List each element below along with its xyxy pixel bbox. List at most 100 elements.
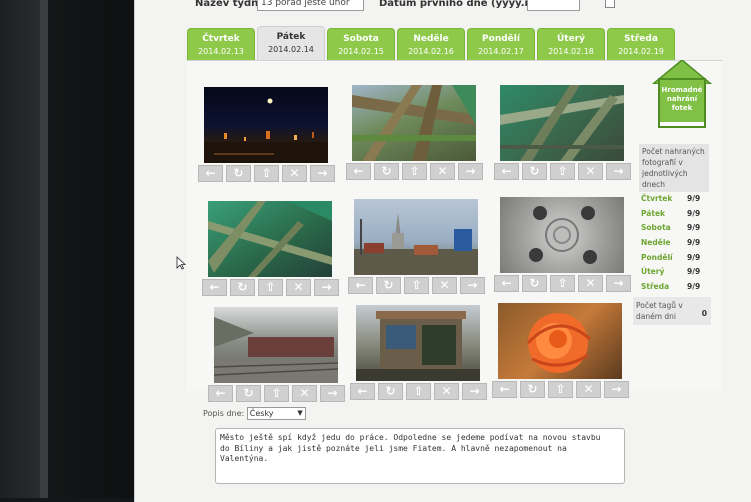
tab-monday[interactable]: Pondělí 2014.02.17 (467, 28, 535, 60)
day-name: Sobota (641, 223, 671, 233)
tab-date: 2014.02.18 (548, 47, 594, 56)
day-count: 9/9 (687, 267, 701, 277)
photo-count-title-3: jednotlivých dnech (642, 169, 688, 189)
tag-count-label-1: Počet tagů v (636, 301, 683, 310)
day-count: 9/9 (687, 238, 701, 248)
tab-wednesday[interactable]: Středa 2014.02.19 (607, 28, 675, 60)
photo-night-town[interactable] (204, 87, 328, 163)
photo-toolbar: ← ↻ ⇧ ✕ → (202, 279, 342, 297)
tab-tuesday[interactable]: Úterý 2014.02.18 (537, 28, 605, 60)
delete-button[interactable]: ✕ (286, 279, 311, 296)
upload-button[interactable]: ⇧ (254, 165, 279, 182)
first-day-date-input[interactable] (527, 0, 580, 11)
tab-label: Čtvrtek (202, 34, 240, 44)
photo-roof-trusses[interactable] (208, 201, 332, 277)
delete-button[interactable]: ✕ (576, 381, 601, 398)
day-count: 9/9 (687, 223, 701, 233)
delete-button[interactable]: ✕ (434, 383, 459, 400)
rotate-button[interactable]: ↻ (236, 385, 261, 402)
delete-button[interactable]: ✕ (430, 163, 455, 180)
day-count: 9/9 (687, 282, 701, 292)
bulk-upload-label: Hromadné nahrání fotek (658, 78, 706, 128)
move-left-button[interactable]: ← (202, 279, 227, 296)
photo-shop-kiosk[interactable] (356, 305, 480, 381)
rotate-button[interactable]: ↻ (226, 165, 251, 182)
photo-car-wheel[interactable] (500, 197, 624, 273)
day-count-row: Sobota 9/9 (639, 221, 709, 236)
move-right-button[interactable]: → (460, 277, 485, 294)
monitor-bezel-edge (40, 0, 48, 498)
day-count-row: Neděle 9/9 (639, 236, 709, 251)
rotate-button[interactable]: ↻ (230, 279, 255, 296)
description-textarea[interactable]: Město ještě spí když jedu do práce. Odpo… (215, 428, 625, 484)
day-name: Úterý (641, 267, 665, 277)
day-count-row: Úterý 9/9 (639, 265, 709, 280)
week-name-input[interactable]: 13 pořad ještě únor (257, 0, 364, 11)
tab-saturday[interactable]: Sobota 2014.02.15 (327, 28, 395, 60)
upload-button[interactable]: ⇧ (404, 277, 429, 294)
chevron-down-icon: ▼ (297, 409, 303, 417)
move-left-button[interactable]: ← (348, 277, 373, 294)
day-count-row: Pondělí 9/9 (639, 251, 709, 266)
move-right-button[interactable]: → (606, 163, 631, 180)
move-right-button[interactable]: → (606, 275, 631, 292)
upload-button[interactable]: ⇧ (406, 383, 431, 400)
day-count: 9/9 (687, 252, 701, 262)
upload-button[interactable]: ⇧ (550, 275, 575, 292)
photo-roof-beams[interactable] (352, 85, 476, 161)
move-right-button[interactable]: → (458, 163, 483, 180)
rotate-button[interactable]: ↻ (520, 381, 545, 398)
bulk-upload-button[interactable]: Hromadné nahrání fotek (651, 60, 713, 132)
language-select[interactable]: Česky ▼ (246, 407, 306, 420)
day-name: Čtvrtek (641, 194, 673, 203)
move-left-button[interactable]: ← (346, 163, 371, 180)
upload-button[interactable]: ⇧ (548, 381, 573, 398)
bulk-upload-text-3: fotek (671, 104, 693, 112)
delete-button[interactable]: ✕ (578, 275, 603, 292)
move-left-button[interactable]: ← (494, 163, 519, 180)
rotate-button[interactable]: ↻ (522, 163, 547, 180)
photo-green-beams[interactable] (500, 85, 624, 161)
tab-label: Pondělí (482, 34, 520, 44)
photo-toolbar: ← ↻ ⇧ ✕ → (208, 385, 348, 403)
tab-thursday[interactable]: Čtvrtek 2014.02.13 (187, 28, 255, 60)
move-right-button[interactable]: → (320, 385, 345, 402)
move-right-button[interactable]: → (604, 381, 629, 398)
photo-count-panel: Počet nahraných fotografií v jednotlivýc… (639, 144, 709, 295)
move-right-button[interactable]: → (310, 165, 335, 182)
photo-orange-rose[interactable] (498, 303, 622, 379)
rotate-button[interactable]: ↻ (374, 163, 399, 180)
move-left-button[interactable]: ← (198, 165, 223, 182)
photo-slot-1: ← ↻ ⇧ ✕ → (198, 87, 335, 187)
move-right-button[interactable]: → (314, 279, 339, 296)
move-right-button[interactable]: → (462, 383, 487, 400)
upload-button[interactable]: ⇧ (264, 385, 289, 402)
tab-sunday[interactable]: Neděle 2014.02.16 (397, 28, 465, 60)
delete-button[interactable]: ✕ (578, 163, 603, 180)
move-left-button[interactable]: ← (350, 383, 375, 400)
tab-friday[interactable]: Pátek 2014.02.14 (257, 26, 325, 62)
move-left-button[interactable]: ← (494, 275, 519, 292)
move-left-button[interactable]: ← (492, 381, 517, 398)
option-checkbox[interactable] (605, 0, 615, 8)
rotate-button[interactable]: ↻ (376, 277, 401, 294)
rotate-button[interactable]: ↻ (522, 275, 547, 292)
photo-toolbar: ← ↻ ⇧ ✕ → (494, 163, 634, 181)
delete-button[interactable]: ✕ (292, 385, 317, 402)
delete-button[interactable]: ✕ (282, 165, 307, 182)
upload-button[interactable]: ⇧ (550, 163, 575, 180)
photo-freight-train[interactable] (214, 307, 338, 383)
rotate-button[interactable]: ↻ (378, 383, 403, 400)
tab-label: Úterý (556, 34, 586, 44)
tag-count-value: 0 (701, 309, 707, 318)
day-name: Středa (641, 282, 670, 292)
photo-church-town[interactable] (354, 199, 478, 275)
photo-image (500, 85, 624, 161)
photo-image (204, 98, 328, 163)
photo-count-title-1: Počet nahraných (642, 147, 705, 156)
upload-button[interactable]: ⇧ (258, 279, 283, 296)
upload-button[interactable]: ⇧ (402, 163, 427, 180)
move-left-button[interactable]: ← (208, 385, 233, 402)
delete-button[interactable]: ✕ (432, 277, 457, 294)
description-line-3: Valentýna. (220, 454, 269, 463)
